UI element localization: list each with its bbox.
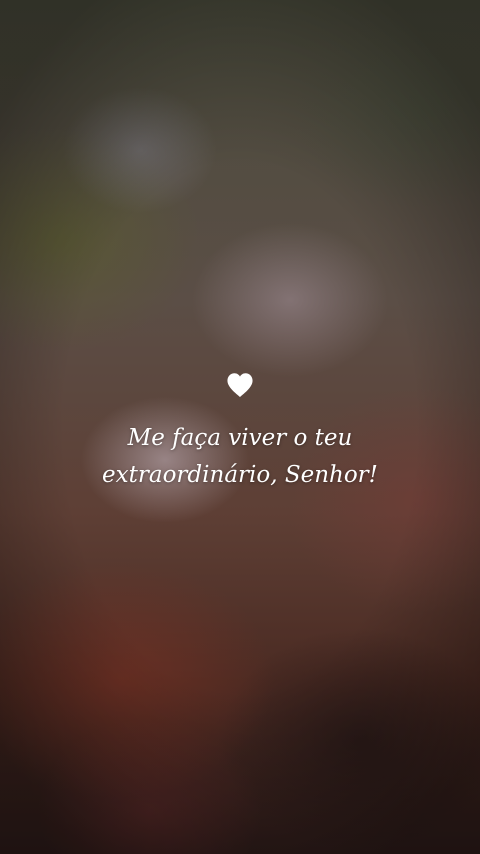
story-screen[interactable]: Me faça viver o teu extraordinário, Senh… xyxy=(0,0,480,854)
quote-line-2: extraordinário, Senhor! xyxy=(102,462,378,488)
quote-text: Me faça viver o teu extraordinário, Senh… xyxy=(40,420,440,494)
quote-line-1: Me faça viver o teu xyxy=(127,425,353,451)
heart-icon xyxy=(227,373,253,397)
